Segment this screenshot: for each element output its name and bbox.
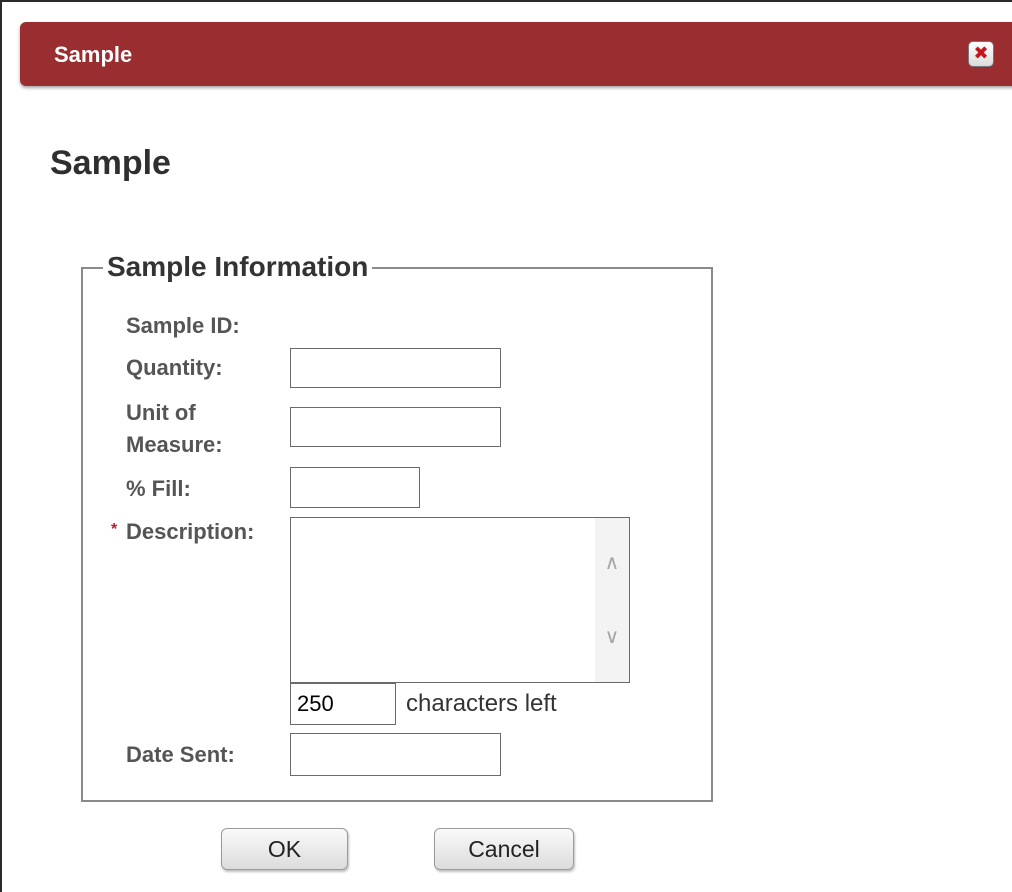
unit-of-measure-label-line1: Unit of (126, 400, 196, 425)
unit-of-measure-input[interactable] (290, 407, 501, 447)
sample-id-label: Sample ID: (126, 313, 240, 338)
description-scrollbar[interactable]: ∧ ∨ (595, 518, 629, 682)
unit-of-measure-label-line2: Measure: (126, 432, 223, 457)
quantity-label: Quantity: (126, 355, 223, 380)
fill-label: % Fill: (126, 476, 191, 501)
ok-button[interactable]: OK (221, 828, 348, 870)
dialog-title: Sample (54, 42, 133, 67)
fill-input[interactable] (290, 467, 420, 508)
sample-dialog: Sample ✖ Sample Sample Information Sampl… (0, 0, 1012, 892)
date-sent-label: Date Sent: (126, 742, 235, 767)
description-textarea[interactable]: ∧ ∨ (290, 517, 630, 683)
cancel-button[interactable]: Cancel (434, 828, 574, 870)
dialog-titlebar[interactable]: Sample ✖ (20, 22, 1012, 86)
characters-left-label: characters left (406, 690, 557, 717)
characters-left-counter (290, 683, 396, 725)
required-marker: * (111, 521, 118, 538)
fieldset-legend: Sample Information (103, 251, 373, 283)
page-title: Sample (50, 144, 171, 182)
close-icon[interactable]: ✖ (968, 41, 994, 67)
description-label: Description: (126, 519, 255, 544)
scroll-up-icon[interactable]: ∧ (595, 548, 629, 578)
scroll-down-icon[interactable]: ∨ (595, 622, 629, 652)
quantity-input[interactable] (290, 348, 501, 388)
date-sent-input[interactable] (290, 733, 501, 776)
